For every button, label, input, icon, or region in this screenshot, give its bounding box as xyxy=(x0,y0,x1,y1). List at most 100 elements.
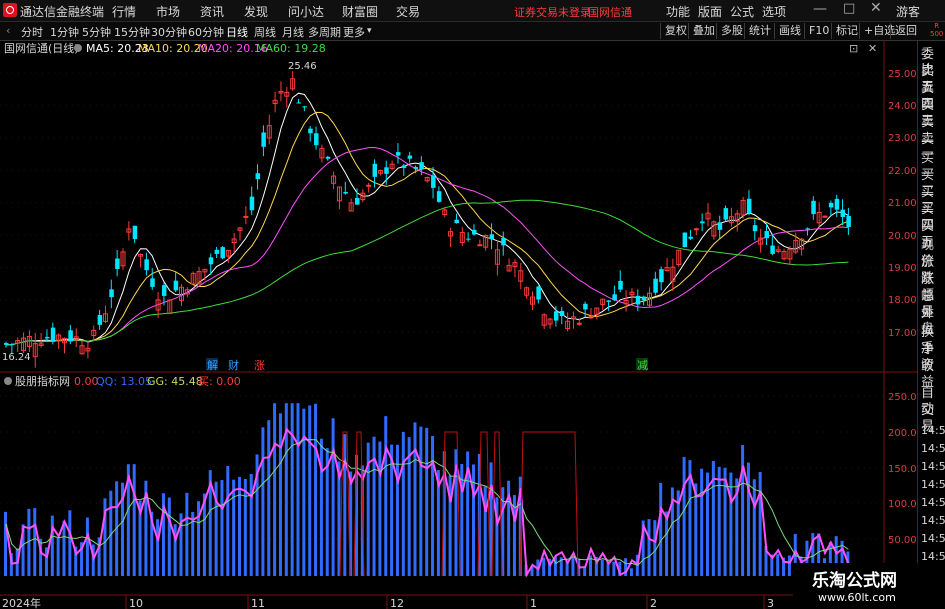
indicator-bar xyxy=(261,427,265,576)
candle-body-down xyxy=(161,285,167,296)
menu-item-gongshi[interactable]: 公式 xyxy=(730,3,754,20)
indicator-bar xyxy=(85,517,89,576)
date-label-12: 12 xyxy=(390,597,404,609)
candle-body-down xyxy=(723,208,729,220)
candle-body-down xyxy=(454,219,459,224)
button-huaxian[interactable]: 画线 xyxy=(774,23,801,39)
indicator-signal-line xyxy=(519,431,579,577)
indicator-settings-icon[interactable] xyxy=(4,377,12,385)
indicator-bar xyxy=(56,537,60,576)
indicator-bar xyxy=(384,416,388,576)
indicator-bar xyxy=(249,473,253,576)
menu-item-gongneng[interactable]: 功能 xyxy=(666,3,690,20)
tab-period-15min[interactable]: 15分钟 xyxy=(114,24,150,40)
indicator-bar xyxy=(629,568,633,576)
marker-jie[interactable]: 解 xyxy=(207,358,218,372)
button-biaoji[interactable]: 标记 xyxy=(831,23,858,39)
tab-period-more[interactable]: 更多 xyxy=(343,24,365,40)
panel-close-icon[interactable]: ✕ xyxy=(868,42,877,55)
button-f10[interactable]: F10 xyxy=(804,23,829,39)
indicator-bar xyxy=(243,478,247,576)
indicator-bar xyxy=(278,413,282,576)
indicator-bar xyxy=(717,466,721,576)
close-icon[interactable]: ✕ xyxy=(870,0,882,16)
maximize-icon[interactable]: □ xyxy=(843,1,855,16)
price-tick-23: 23.00 xyxy=(888,133,917,144)
price-tick-25: 25.00 xyxy=(888,69,917,80)
high-price-label: 25.46 xyxy=(288,61,317,72)
toolbar-prev-icon[interactable]: ‹ xyxy=(6,24,10,37)
panel-restore-icon[interactable]: ⊡ xyxy=(849,42,858,55)
marker-cai[interactable]: 财 xyxy=(228,358,239,372)
tab-period-monthly[interactable]: 月线 xyxy=(282,24,304,40)
indicator-bar xyxy=(729,472,733,576)
button-diejia[interactable]: 叠加 xyxy=(688,23,715,39)
indicator-bar xyxy=(583,567,587,576)
tab-period-multi[interactable]: 多周期 xyxy=(308,24,341,40)
indicator-bar xyxy=(4,511,7,576)
menu-item-shichang[interactable]: 市场 xyxy=(156,3,180,20)
tab-period-fenshi[interactable]: 分时 xyxy=(21,24,43,40)
indicator-bar xyxy=(758,471,762,576)
candle-body-down xyxy=(115,258,120,270)
candle-body-down xyxy=(343,191,348,194)
stock-name-label: 国网信通 xyxy=(588,6,632,19)
tab-period-1min[interactable]: 1分钟 xyxy=(50,24,79,40)
button-fanhui[interactable]: 返回 xyxy=(890,23,917,39)
indicator-bar xyxy=(343,434,347,576)
minimize-icon[interactable]: — xyxy=(813,1,827,17)
menu-item-zixun[interactable]: 资讯 xyxy=(200,3,224,20)
button-duogu[interactable]: 多股 xyxy=(716,23,743,39)
candle-body-down xyxy=(805,228,810,230)
menu-item-xuanxiang[interactable]: 选项 xyxy=(762,3,786,20)
indicator-axis: 250.00 200.00 150.00 100.00 50.00 xyxy=(888,392,917,546)
chart-settings-icon[interactable] xyxy=(74,44,82,52)
tab-period-daily[interactable]: 日线 xyxy=(226,24,248,40)
candle-body-down xyxy=(44,336,50,339)
menu-item-caifuquan[interactable]: 财富圈 xyxy=(342,3,378,20)
tab-period-30min[interactable]: 30分钟 xyxy=(151,24,187,40)
button-fuquan[interactable]: 复权 xyxy=(660,23,687,39)
login-notice[interactable]: 证券交易未登录 xyxy=(514,4,591,20)
tab-period-60min[interactable]: 60分钟 xyxy=(188,24,224,40)
candle-body-down xyxy=(214,249,220,254)
indicator-buy: 买: 0.00 xyxy=(198,375,241,388)
candle-body-down xyxy=(436,191,442,202)
menu-item-hangqing[interactable]: 行情 xyxy=(112,3,136,20)
indicator-bar xyxy=(571,556,575,576)
date-label-1: 1 xyxy=(530,597,537,609)
menu-item-wenxiaoda[interactable]: 问小达 xyxy=(288,3,324,20)
tab-period-weekly[interactable]: 周线 xyxy=(254,24,276,40)
candle-body-down xyxy=(220,247,225,259)
candle-body-down xyxy=(395,152,401,156)
marker-zhang[interactable]: 涨 xyxy=(254,359,265,372)
indicator-bar xyxy=(232,479,236,576)
price-tick-21: 21.00 xyxy=(888,198,917,209)
date-label-2024: 2024年 xyxy=(2,596,41,609)
indicator-bar xyxy=(308,405,312,576)
candle-body-down xyxy=(583,303,588,310)
user-label[interactable]: 游客 xyxy=(896,3,920,20)
indicator-grid xyxy=(0,395,884,574)
button-tongji[interactable]: 统计 xyxy=(744,23,771,39)
more-chevron-down-icon[interactable]: ▾ xyxy=(367,26,372,36)
date-label-2: 2 xyxy=(650,597,657,609)
ma60-line xyxy=(5,199,849,346)
date-label-10: 10 xyxy=(129,597,143,609)
indicator-bar xyxy=(612,561,616,576)
corner-indicator: R 500 xyxy=(930,22,943,38)
menu-item-jiaoyi[interactable]: 交易 xyxy=(396,3,420,20)
candle-body-down xyxy=(746,198,752,213)
candle-body-down xyxy=(255,173,261,180)
ind-tick-100: 100.00 xyxy=(888,499,917,510)
indicator-bar xyxy=(302,408,306,576)
indicator-bar xyxy=(741,444,745,576)
trade-time-7: 14:56 xyxy=(921,532,945,545)
marker-jian[interactable]: 减 xyxy=(637,359,648,372)
candle-body-down xyxy=(846,216,851,227)
indicator-name[interactable]: 股朋指标网 xyxy=(15,374,70,388)
menu-item-banmian[interactable]: 版面 xyxy=(698,3,722,20)
kline-chart-area[interactable]: 国网信通(日线) MA5: 20.23 MA10: 20.20 MA20: 20… xyxy=(0,40,917,609)
tab-period-5min[interactable]: 5分钟 xyxy=(82,24,111,40)
menu-item-faxian[interactable]: 发现 xyxy=(244,3,268,20)
